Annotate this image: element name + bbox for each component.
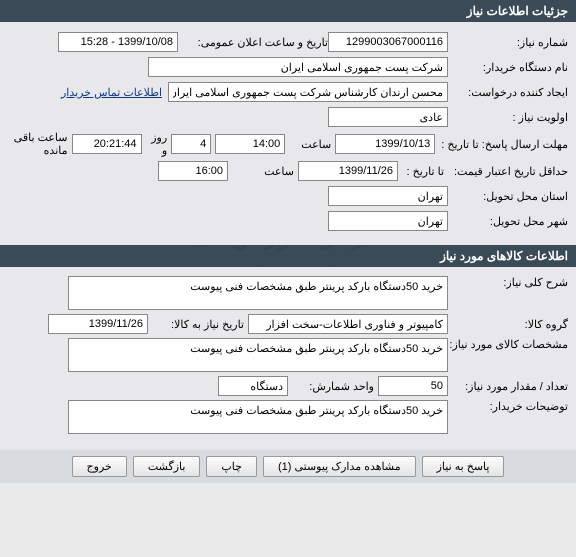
input-priority[interactable] (328, 107, 448, 127)
label-time2: ساعت (228, 165, 298, 178)
label-desc: شرح کلی نیاز: (448, 276, 568, 289)
back-button[interactable]: بازگشت (133, 456, 201, 477)
label-qty: تعداد / مقدار مورد نیاز: (448, 380, 568, 393)
input-req-no[interactable] (328, 32, 448, 52)
label-unit: واحد شمارش: (288, 380, 378, 393)
input-deadline-time[interactable] (215, 134, 285, 154)
label-deadline: مهلت ارسال پاسخ: تا تاریخ : (435, 138, 568, 151)
input-requester[interactable] (168, 82, 448, 102)
input-unit[interactable] (218, 376, 288, 396)
label-delivery-city: شهر محل تحویل: (448, 215, 568, 228)
input-group[interactable] (248, 314, 448, 334)
input-qty[interactable] (378, 376, 448, 396)
textarea-spec[interactable] (68, 338, 448, 372)
input-delivery-city[interactable] (328, 211, 448, 231)
input-remaining[interactable] (72, 134, 142, 154)
input-group-date[interactable] (48, 314, 148, 334)
label-group: گروه کالا: (448, 318, 568, 331)
label-remaining: ساعت باقی مانده (8, 131, 72, 157)
label-buyer-notes: توضیحات خریدار: (448, 400, 568, 413)
input-announce-date[interactable] (58, 32, 178, 52)
label-spec: مشخصات کالای مورد نیاز: (448, 338, 568, 351)
label-priority: اولویت نیاز : (448, 111, 568, 124)
label-days: روز و (142, 131, 172, 157)
label-time1: ساعت (285, 138, 335, 151)
exit-button[interactable]: خروج (72, 456, 127, 477)
label-to-date: تا تاریخ : (398, 165, 448, 178)
header-title: جزئیات اطلاعات نیاز (0, 0, 576, 22)
input-delivery-prov[interactable] (328, 186, 448, 206)
label-req-no: شماره نیاز: (448, 36, 568, 49)
label-delivery-prov: استان محل تحویل: (448, 190, 568, 203)
label-requester: ایجاد کننده درخواست: (448, 86, 568, 99)
link-contact-buyer[interactable]: اطلاعات تماس خریدار (61, 86, 162, 99)
print-button[interactable]: چاپ (206, 456, 257, 477)
input-days[interactable] (171, 134, 211, 154)
button-bar: پاسخ به نیاز مشاهده مدارک پیوستی (1) چاپ… (0, 450, 576, 483)
input-deadline-date[interactable] (335, 134, 435, 154)
label-org-name: نام دستگاه خریدار: (448, 61, 568, 74)
input-org-name[interactable] (148, 57, 448, 77)
label-group-date: تاریخ نیاز به کالا: (148, 318, 248, 331)
label-min-date: حداقل تاریخ اعتبار قیمت: (448, 165, 568, 178)
textarea-desc[interactable] (68, 276, 448, 310)
section2-title: اطلاعات کالاهای مورد نیاز (0, 245, 576, 267)
label-announce-date: تاریخ و ساعت اعلان عمومی: (178, 36, 328, 49)
attachments-button[interactable]: مشاهده مدارک پیوستی (1) (263, 456, 416, 477)
textarea-buyer-notes[interactable] (68, 400, 448, 434)
reply-button[interactable]: پاسخ به نیاز (422, 456, 505, 477)
input-min-time[interactable] (158, 161, 228, 181)
input-min-date[interactable] (298, 161, 398, 181)
